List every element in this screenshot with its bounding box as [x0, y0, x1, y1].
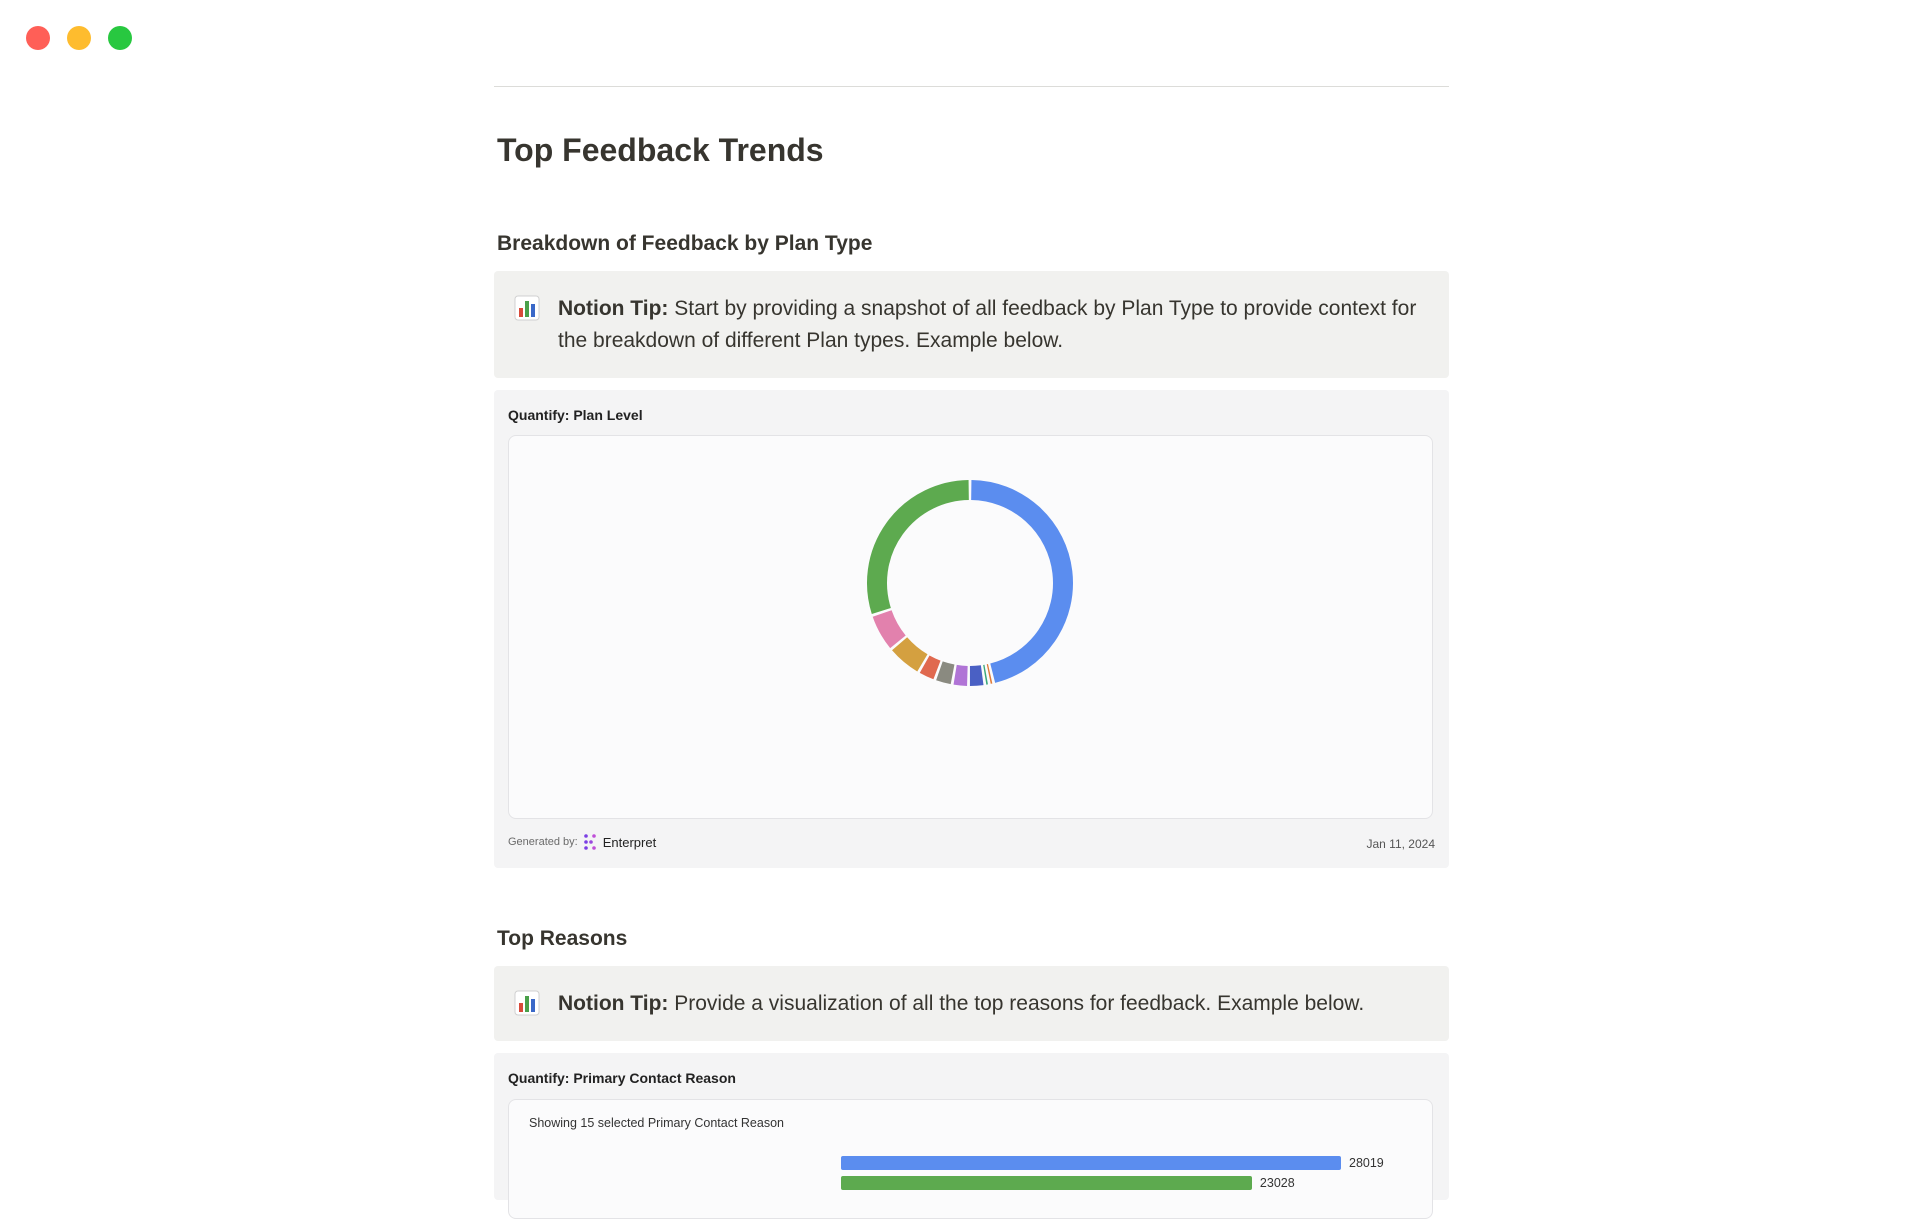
generated-by-label: Generated by:: [508, 836, 578, 848]
enterpret-logo-icon: [583, 834, 597, 850]
bar-row[interactable]: 28019: [841, 1156, 1411, 1170]
close-window-button[interactable]: [26, 26, 50, 50]
donut-slice-8[interactable]: [900, 644, 923, 663]
callout-text: Notion Tip: Provide a visualization of a…: [558, 988, 1364, 1020]
donut-slice-5[interactable]: [955, 675, 967, 676]
callout-bold-label: Notion Tip:: [558, 992, 668, 1015]
minimize-window-button[interactable]: [67, 26, 91, 50]
embed-title: Quantify: Plan Level: [508, 407, 643, 423]
bar-chart-icon: [514, 295, 540, 321]
bar-value-label: 23028: [1260, 1176, 1295, 1190]
embed-plan-level[interactable]: Quantify: Plan Level Generated by: Enter…: [494, 390, 1449, 868]
embed-primary-contact-reason[interactable]: Quantify: Primary Contact Reason Showing…: [494, 1053, 1449, 1200]
generated-by: Generated by: Enterpret: [508, 834, 656, 850]
bar-row[interactable]: 23028: [841, 1176, 1322, 1190]
section-heading-top-reasons: Top Reasons: [497, 927, 627, 951]
chart-panel: [508, 435, 1433, 819]
donut-chart: [509, 436, 1431, 817]
callout-body: Start by providing a snapshot of all fee…: [558, 297, 1416, 352]
divider: [494, 86, 1449, 87]
section-heading-plan-type: Breakdown of Feedback by Plan Type: [497, 232, 872, 256]
callout-body: Provide a visualization of all the top r…: [668, 992, 1364, 1015]
bar-chart-panel: Showing 15 selected Primary Contact Reas…: [508, 1099, 1433, 1219]
brand-name: Enterpret: [603, 835, 656, 850]
bar-value-label: 28019: [1349, 1156, 1384, 1170]
donut-slice-9[interactable]: [882, 613, 898, 641]
page-title: Top Feedback Trends: [497, 132, 824, 169]
embed-title: Quantify: Primary Contact Reason: [508, 1070, 736, 1086]
donut-slice-4[interactable]: [970, 675, 982, 676]
donut-slice-7[interactable]: [925, 664, 937, 670]
donut-slice-10[interactable]: [877, 490, 969, 611]
bar-2[interactable]: [841, 1176, 1252, 1190]
notion-tip-callout: Notion Tip: Start by providing a snapsho…: [494, 271, 1449, 378]
notion-tip-callout: Notion Tip: Provide a visualization of a…: [494, 966, 1449, 1041]
chart-subtitle: Showing 15 selected Primary Contact Reas…: [529, 1116, 784, 1130]
donut-slice-1[interactable]: [971, 490, 1063, 673]
zoom-window-button[interactable]: [108, 26, 132, 50]
window-controls: [26, 26, 132, 50]
bar-1[interactable]: [841, 1156, 1341, 1170]
callout-text: Notion Tip: Start by providing a snapsho…: [558, 293, 1425, 357]
callout-bold-label: Notion Tip:: [558, 297, 668, 320]
donut-slice-6[interactable]: [939, 671, 952, 675]
bar-chart-icon: [514, 990, 540, 1016]
report-date: Jan 11, 2024: [1366, 837, 1435, 851]
